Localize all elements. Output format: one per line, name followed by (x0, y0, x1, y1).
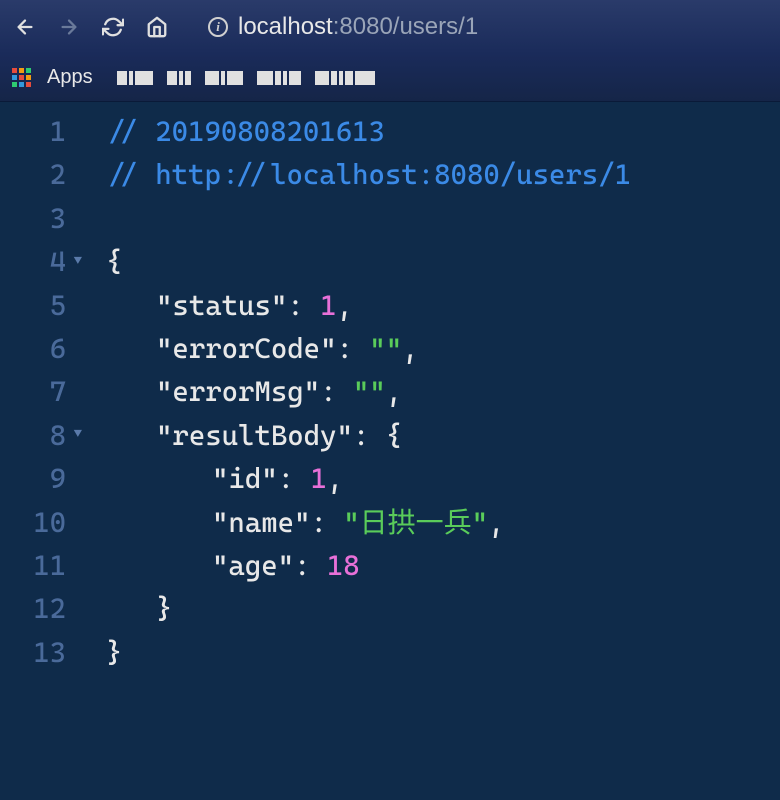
line-number: 6 (0, 327, 78, 370)
back-button[interactable] (12, 14, 38, 40)
code-content: "resultBody": { (78, 414, 402, 457)
line-number: 12 (0, 587, 78, 630)
line-number: 3 (0, 197, 78, 240)
code-line: 4▼{ (0, 240, 780, 283)
code-content: "name": "日拱一兵", (78, 501, 504, 544)
line-number: 9 (0, 457, 78, 500)
line-number: 4▼ (0, 240, 78, 283)
line-number: 10 (0, 501, 78, 544)
code-line: 10"name": "日拱一兵", (0, 501, 780, 544)
bookmark-item[interactable] (167, 71, 191, 85)
code-line: 13} (0, 631, 780, 674)
code-content: } (78, 587, 172, 630)
line-number: 5 (0, 284, 78, 327)
reload-button[interactable] (100, 14, 126, 40)
line-number: 13 (0, 631, 78, 674)
code-line: 8▼"resultBody": { (0, 414, 780, 457)
code-content: // http://localhost:8080/users/1 (78, 153, 631, 196)
code-line: 1// 20190808201613 (0, 110, 780, 153)
code-content: "errorCode": "", (78, 327, 419, 370)
line-number: 7 (0, 370, 78, 413)
code-content: "age": 18 (78, 544, 360, 587)
line-number: 2 (0, 153, 78, 196)
code-content: } (78, 631, 122, 674)
line-number: 11 (0, 544, 78, 587)
url-host: localhost (238, 13, 333, 40)
browser-toolbar: i localhost:8080/users/1 (0, 0, 780, 54)
bookmark-item[interactable] (315, 71, 375, 85)
code-content: // 20190808201613 (78, 110, 385, 153)
code-line: 3 (0, 197, 780, 240)
code-line: 9"id": 1, (0, 457, 780, 500)
apps-icon[interactable] (12, 68, 31, 87)
line-number: 1 (0, 110, 78, 153)
code-content: "errorMsg": "", (78, 370, 402, 413)
bookmark-item[interactable] (257, 71, 301, 85)
bookmark-item[interactable] (117, 71, 153, 85)
code-line: 6"errorCode": "", (0, 327, 780, 370)
apps-label[interactable]: Apps (47, 66, 93, 89)
code-line: 12} (0, 587, 780, 630)
forward-button[interactable] (56, 14, 82, 40)
code-line: 11"age": 18 (0, 544, 780, 587)
code-line: 5"status": 1, (0, 284, 780, 327)
code-viewer: 1// 201908082016132// http://localhost:8… (0, 102, 780, 674)
fold-toggle-icon[interactable]: ▼ (74, 251, 82, 273)
address-bar[interactable]: i localhost:8080/users/1 (208, 13, 768, 41)
line-number: 8▼ (0, 414, 78, 457)
code-content: { (78, 240, 122, 283)
fold-toggle-icon[interactable]: ▼ (74, 425, 82, 447)
url-text: localhost:8080/users/1 (238, 13, 478, 41)
code-line: 2// http://localhost:8080/users/1 (0, 153, 780, 196)
code-content: "id": 1, (78, 457, 343, 500)
bookmark-item[interactable] (205, 71, 243, 85)
site-info-icon[interactable]: i (208, 17, 228, 37)
code-content: "status": 1, (78, 284, 353, 327)
url-path: :8080/users/1 (333, 13, 478, 40)
code-line: 7"errorMsg": "", (0, 370, 780, 413)
home-button[interactable] (144, 14, 170, 40)
bookmark-bar: Apps (0, 54, 780, 102)
